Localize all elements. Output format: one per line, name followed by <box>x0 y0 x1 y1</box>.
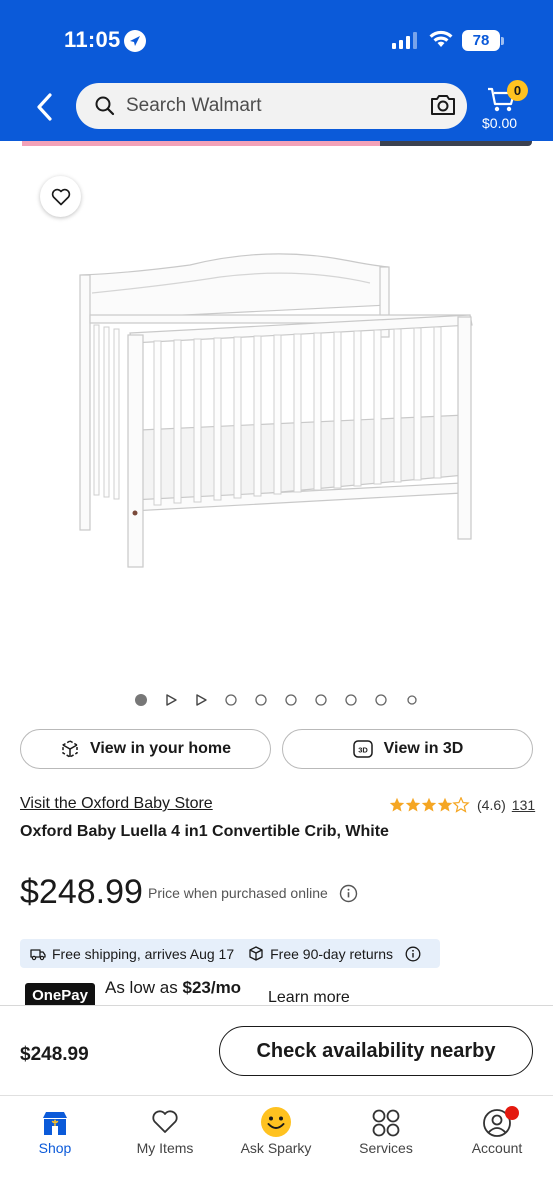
rating-summary[interactable]: (4.6) 131 <box>389 795 535 815</box>
heart-icon <box>51 188 70 205</box>
onepay-amount: $23/mo <box>182 978 242 997</box>
back-arrow-icon[interactable] <box>32 90 58 124</box>
tab-label-shop: Shop <box>38 1140 72 1156</box>
carousel-dot[interactable] <box>224 693 238 707</box>
carousel-dot[interactable] <box>405 693 419 707</box>
status-time: 11:05 <box>64 27 121 52</box>
view-in-home-button[interactable]: View in your home <box>20 729 271 769</box>
promo-banner-edge-dark <box>380 141 532 146</box>
tab-label-services: Services <box>359 1140 413 1156</box>
search-icon <box>95 96 115 116</box>
svg-text:3D: 3D <box>358 746 368 755</box>
onepay-offer: As low as $23/mo <box>105 978 241 998</box>
3d-rotate-icon: 3D <box>352 740 373 758</box>
product-price: $248.99 <box>20 873 143 911</box>
review-count-link[interactable]: 131 <box>512 797 535 813</box>
carousel-dot[interactable] <box>344 693 358 707</box>
search-input[interactable]: Search Walmart <box>126 95 262 117</box>
tab-label-ask-sparky: Ask Sparky <box>240 1140 312 1156</box>
return-box-icon <box>249 946 263 961</box>
battery-tip <box>501 37 504 45</box>
product-page: 11:05 78 Search Walmart 0 $0.00 View in … <box>0 0 553 1200</box>
location-arrow-icon <box>124 30 146 52</box>
video-play-icon[interactable] <box>194 693 208 707</box>
carousel-dot[interactable] <box>284 693 298 707</box>
check-availability-button[interactable]: Check availability nearby <box>219 1026 533 1076</box>
product-title: Oxford Baby Luella 4 in1 Convertible Cri… <box>20 823 389 840</box>
carousel-dot[interactable] <box>314 693 328 707</box>
rating-value: (4.6) <box>477 797 506 813</box>
cellular-signal-icon <box>392 32 417 49</box>
tab-shop[interactable]: Shop <box>0 1096 110 1166</box>
star-rating-icon <box>389 797 469 813</box>
carousel-dot[interactable] <box>374 693 388 707</box>
carousel-dot-active[interactable] <box>134 693 148 707</box>
info-icon[interactable] <box>339 884 358 903</box>
sparky-smiley-icon <box>261 1107 291 1137</box>
sticky-purchase-bar: $248.99 Check availability nearby <box>0 1005 553 1095</box>
bottom-tab-bar: Shop My Items Ask Sparky Services Accoun… <box>0 1095 553 1200</box>
tab-my-items[interactable]: My Items <box>110 1096 220 1166</box>
favorite-button[interactable] <box>40 176 81 217</box>
search-bar[interactable]: Search Walmart <box>76 83 467 129</box>
wifi-icon <box>429 30 453 47</box>
cart-count-badge: 0 <box>507 80 528 101</box>
shop-store-icon <box>43 1112 67 1135</box>
cart-total: $0.00 <box>482 115 518 131</box>
camera-icon[interactable] <box>429 92 457 118</box>
truck-icon <box>30 948 46 960</box>
shipping-text: Free shipping, arrives Aug 17 <box>52 945 235 962</box>
onepay-prefix: As low as <box>105 978 183 997</box>
heart-icon <box>152 1110 178 1133</box>
view-in-home-label: View in your home <box>89 740 232 757</box>
tab-ask-sparky[interactable]: Ask Sparky <box>221 1096 331 1166</box>
price-note: Price when purchased online <box>148 885 328 901</box>
carousel-dot[interactable] <box>254 693 268 707</box>
onepay-logo: OnePay <box>25 983 95 1007</box>
view-in-3d-label: View in 3D <box>383 740 464 757</box>
fulfillment-info: Free shipping, arrives Aug 17 Free 90-da… <box>20 939 440 968</box>
tab-label-account: Account <box>471 1140 523 1156</box>
app-header: 11:05 78 Search Walmart 0 $0.00 <box>0 0 553 141</box>
tab-account[interactable]: Account <box>442 1096 552 1166</box>
video-play-icon[interactable] <box>164 693 178 707</box>
sticky-price: $248.99 <box>20 1044 89 1065</box>
ar-cube-icon <box>62 740 78 758</box>
tab-services[interactable]: Services <box>331 1096 441 1166</box>
battery-indicator: 78 <box>462 30 500 51</box>
tab-label-my-items: My Items <box>136 1140 194 1156</box>
returns-text: Free 90-day returns <box>270 945 394 962</box>
promo-banner-edge <box>22 141 380 146</box>
account-notification-dot <box>505 1106 519 1120</box>
store-link[interactable]: Visit the Oxford Baby Store <box>20 795 213 813</box>
info-icon[interactable] <box>405 946 421 962</box>
image-carousel-indicator[interactable] <box>0 690 553 708</box>
view-in-3d-button[interactable]: 3D View in 3D <box>282 729 533 769</box>
product-image-crib[interactable] <box>70 245 480 575</box>
services-grid-icon <box>372 1109 400 1137</box>
